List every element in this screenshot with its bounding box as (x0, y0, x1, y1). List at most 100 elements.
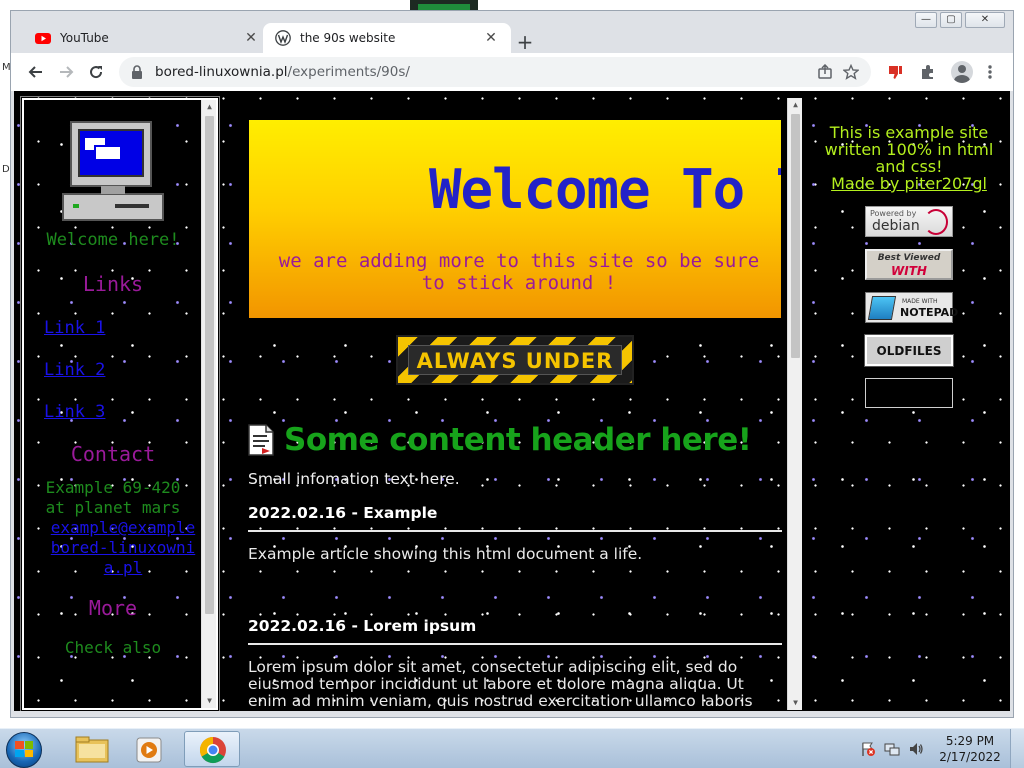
clock-date: 2/17/2022 (939, 750, 1001, 764)
left-sidebar-scrollbar[interactable]: ▲ ▼ (201, 100, 216, 708)
folder-icon (75, 736, 109, 763)
youtube-icon (35, 33, 51, 44)
main-content-frame[interactable]: Welcome To The 90s we are adding more to… (232, 98, 802, 710)
browser-window: — ▢ ✕ YouTube ✕ the 90s website ✕ + bore… (10, 10, 1014, 718)
check-also-text: Check also (64, 638, 162, 657)
badge-caption: Best Viewed (877, 253, 941, 263)
post-title: 2022.02.16 - Example (248, 504, 782, 532)
start-button[interactable] (2, 730, 46, 768)
lock-icon (132, 65, 142, 79)
browser-toolbar: bored-linuxownia.pl/experiments/90s/ (11, 53, 1013, 91)
debian-swirl-icon (924, 209, 948, 235)
oldfiles-button[interactable]: OLDFILES (864, 334, 954, 367)
back-button[interactable] (21, 57, 51, 87)
dislike-extension-icon[interactable] (887, 63, 905, 81)
article-section: Some content header here! Small infomati… (248, 422, 782, 710)
post-title: 2022.02.16 - Lorem ipsum (248, 617, 782, 645)
show-desktop-button[interactable] (1010, 729, 1024, 768)
scroll-thumb[interactable] (791, 114, 800, 358)
left-sidebar-frame[interactable]: Welcome here! Links Link 1 Link 2 Link 3… (20, 96, 220, 711)
post-spacer (248, 563, 782, 601)
sidebar-link-3[interactable]: Link 3 (44, 402, 202, 422)
volume-icon[interactable] (908, 741, 924, 757)
extensions-puzzle-icon[interactable] (919, 63, 937, 81)
links-heading: Links (82, 272, 144, 296)
about-line: and css! (875, 157, 943, 176)
forward-button[interactable] (51, 57, 81, 87)
oldfiles-label: OLDFILES (876, 344, 942, 358)
new-tab-button[interactable]: + (513, 31, 537, 53)
badge-caption: NOTEPAD (900, 306, 959, 319)
page-viewport: Welcome here! Links Link 1 Link 2 Link 3… (14, 91, 1010, 711)
scroll-up-arrow-icon[interactable]: ▲ (788, 98, 802, 112)
about-line: written 100% in html (824, 140, 994, 159)
post-body: Example article showing this html docume… (248, 545, 643, 563)
under-construction-text: ALWAYS UNDER (416, 349, 614, 373)
welcome-text: Welcome here! (46, 230, 180, 250)
address-bar[interactable]: bored-linuxownia.pl/experiments/90s/ (119, 57, 871, 87)
profile-avatar-icon[interactable] (951, 61, 973, 83)
sidebar-link-2[interactable]: Link 2 (44, 360, 202, 380)
scroll-down-arrow-icon[interactable]: ▼ (788, 696, 802, 710)
badge-caption: MADE WITH (902, 298, 938, 305)
under-construction-plate: ALWAYS UNDER (408, 345, 622, 375)
wordpress-icon (275, 30, 291, 46)
tab-90s-website[interactable]: the 90s website ✕ (263, 23, 511, 53)
under-construction-banner: ALWAYS UNDER (396, 335, 634, 385)
content-header-text: Some content header here! (284, 422, 752, 458)
empty-badge-slot (865, 378, 953, 408)
system-tray: 5:29 PM 2/17/2022 (860, 729, 1024, 768)
notepad-icon (867, 296, 897, 320)
desktop-edge-glyph: D (2, 164, 10, 175)
post-body: Lorem ipsum dolor sit amet, consectetur … (248, 658, 753, 711)
back-arrow-icon (28, 66, 42, 78)
about-line: This is example site (829, 123, 989, 142)
more-heading: More (88, 596, 138, 620)
welcome-banner: Welcome To The 90s we are adding more to… (249, 120, 781, 318)
tab-close-icon[interactable]: ✕ (243, 30, 259, 46)
best-viewed-badge: Best Viewed WITH (865, 249, 953, 280)
scroll-thumb[interactable] (205, 116, 214, 614)
desktop-window-edge (410, 0, 478, 10)
contact-address: Example 69-420 at planet mars (45, 478, 181, 517)
network-icon[interactable] (884, 741, 900, 757)
left-sidebar-content: Welcome here! Links Link 1 Link 2 Link 3… (24, 100, 202, 708)
badge-caption: debian (872, 218, 920, 234)
windows-flag-icon (15, 741, 33, 757)
action-center-flag-icon[interactable] (860, 741, 876, 757)
share-icon[interactable] (817, 64, 833, 80)
made-with-notepad-badge: MADE WITH NOTEPAD (865, 292, 958, 323)
taskbar-file-explorer[interactable] (64, 731, 120, 767)
main-scrollbar[interactable]: ▲ ▼ (787, 98, 802, 710)
banner-title: Welcome To The 90s (429, 158, 781, 221)
forward-arrow-icon (60, 66, 74, 78)
about-site-text: This is example site written 100% in htm… (814, 124, 1004, 192)
badge-caption: Powered by (870, 209, 917, 218)
sidebar-link-1[interactable]: Link 1 (44, 318, 202, 338)
scroll-down-arrow-icon[interactable]: ▼ (202, 694, 216, 708)
reload-button[interactable] (81, 57, 111, 87)
contact-email-link[interactable]: example@example bored-linuxownia.pl (44, 518, 202, 578)
taskbar-clock[interactable]: 5:29 PM 2/17/2022 (930, 733, 1010, 765)
info-text: Small infomation text here. (248, 470, 460, 488)
taskbar: 5:29 PM 2/17/2022 (0, 728, 1024, 768)
badge-caption: WITH (891, 264, 927, 278)
retro-computer-icon (62, 121, 164, 221)
tab-close-icon[interactable]: ✕ (483, 30, 499, 46)
tab-title: YouTube (60, 31, 109, 45)
tab-strip: YouTube ✕ the 90s website ✕ + (11, 19, 1013, 53)
bookmark-star-icon[interactable] (843, 64, 859, 80)
url-path: /experiments/90s/ (287, 64, 410, 80)
url-host: bored-linuxownia.pl (155, 64, 288, 80)
taskbar-media-player[interactable] (122, 731, 178, 767)
scroll-up-arrow-icon[interactable]: ▲ (202, 100, 216, 114)
debian-badge: Powered by debian (865, 206, 953, 237)
contact-heading: Contact (70, 442, 156, 466)
taskbar-chrome[interactable] (184, 731, 240, 767)
made-by-link[interactable]: Made by piter207gl (831, 174, 987, 193)
tab-youtube[interactable]: YouTube ✕ (23, 23, 271, 53)
chrome-icon (199, 736, 226, 764)
reload-icon (90, 66, 103, 79)
menu-kebab-icon[interactable] (987, 63, 993, 81)
banner-subtitle: we are adding more to this site so be su… (278, 250, 760, 294)
